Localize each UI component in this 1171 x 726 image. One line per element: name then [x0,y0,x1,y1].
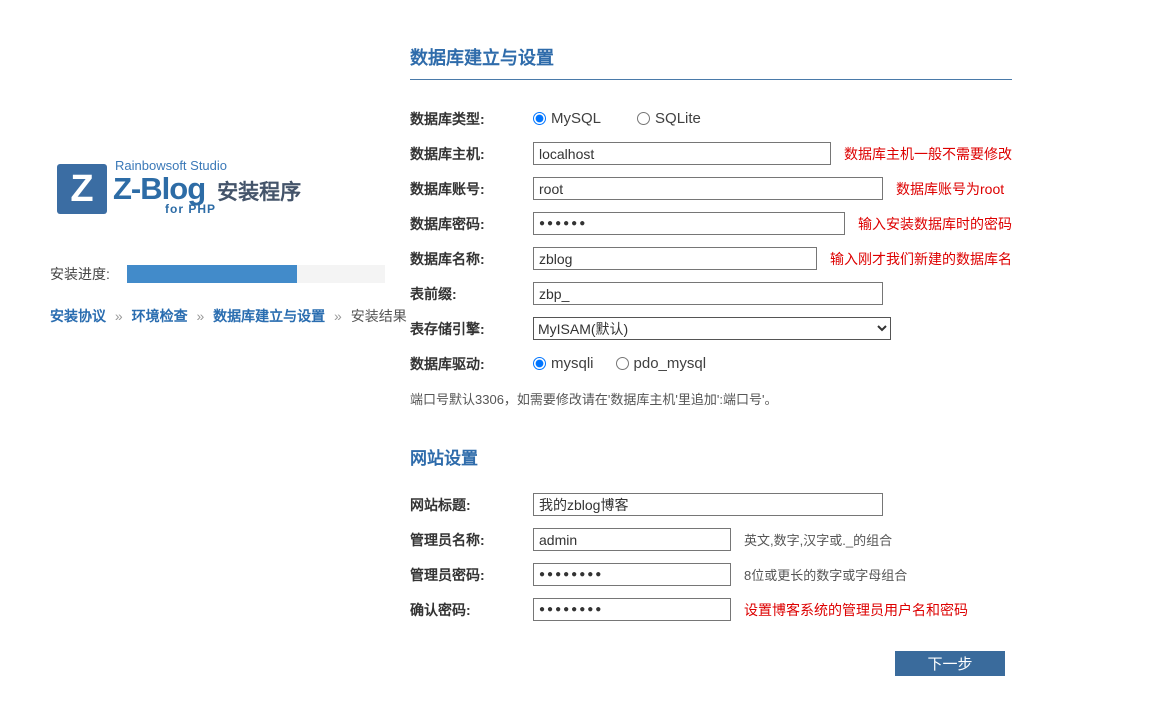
db-password-label: 数据库密码: [410,215,485,232]
db-host-label: 数据库主机: [410,145,485,162]
table-prefix-input[interactable] [533,282,883,305]
breadcrumb-environment-check[interactable]: 环境检查 [132,308,188,324]
db-name-row: 数据库名称: 输入刚才我们新建的数据库名 [410,247,1012,270]
db-type-label: 数据库类型: [410,110,485,127]
admin-name-label: 管理员名称: [410,531,485,548]
db-user-label: 数据库账号: [410,180,485,197]
db-type-mysql-radio[interactable] [533,112,546,125]
db-type-row: 数据库类型: MySQL SQLite [410,107,1012,130]
admin-name-hint: 英文,数字,汉字或._的组合 [744,533,893,548]
table-engine-label: 表存储引擎: [410,320,485,337]
breadcrumb-install-result: 安装结果 [350,308,407,324]
progress-fill [127,265,298,283]
breadcrumb-install-agreement[interactable]: 安装协议 [50,308,106,324]
table-prefix-row: 表前缀: [410,282,1012,305]
confirm-password-hint: 设置博客系统的管理员用户名和密码 [744,601,968,618]
site-section-title: 网站设置 [410,449,478,468]
db-driver-pdo-option[interactable]: pdo_mysql [615,355,707,372]
db-type-sqlite-radio[interactable] [637,112,651,125]
admin-name-row: 管理员名称: 英文,数字,汉字或._的组合 [410,528,1012,551]
admin-password-row: 管理员密码: 8位或更长的数字或字母组合 [410,563,1012,586]
brand-name: Z-Blog [113,171,206,206]
breadcrumb: 安装协议 » 环境检查 » 数据库建立与设置 » 安装结果 [50,306,407,326]
breadcrumb-separator: » [114,308,123,324]
db-host-input[interactable] [533,142,831,165]
table-engine-select[interactable]: MyISAM(默认) [533,317,891,340]
table-engine-row: 表存储引擎: MyISAM(默认) [410,317,1012,340]
breadcrumb-separator: » [196,308,205,324]
db-password-input[interactable] [533,212,845,235]
next-step-button[interactable]: 下一步 [895,651,1005,676]
db-type-sqlite-label: SQLite [655,110,701,127]
button-row: 下一步 [410,651,1012,676]
installer-title: 安装程序 [217,181,302,204]
table-prefix-label: 表前缀: [410,285,457,302]
confirm-password-row: 确认密码: 设置博客系统的管理员用户名和密码 [410,598,1012,621]
confirm-password-label: 确认密码: [410,601,471,618]
admin-password-input[interactable] [533,563,731,586]
confirm-password-input[interactable] [533,598,731,621]
db-driver-mysqli-option[interactable]: mysqli [533,355,594,372]
progress-label: 安装进度: [50,266,110,282]
progress-bar-track [127,265,385,283]
admin-name-input[interactable] [533,528,731,551]
db-user-row: 数据库账号: 数据库账号为root [410,177,1012,200]
database-section-title: 数据库建立与设置 [410,44,1012,80]
admin-password-hint: 8位或更长的数字或字母组合 [744,568,908,583]
db-type-sqlite-option[interactable]: SQLite [637,110,701,127]
db-type-mysql-label: MySQL [551,110,602,127]
db-password-row: 数据库密码: 输入安装数据库时的密码 [410,212,1012,235]
site-title-input[interactable] [533,493,883,516]
install-wizard-page: Z Rainbowsoft Studio Z-Blog 安装程序 for PHP… [0,0,1171,726]
db-name-label: 数据库名称: [410,250,485,267]
db-type-mysql-option[interactable]: MySQL [533,110,601,127]
db-host-row: 数据库主机: 数据库主机一般不需要修改 [410,142,1012,165]
breadcrumb-separator: » [334,308,342,324]
db-password-hint: 输入安装数据库时的密码 [858,215,1012,232]
admin-password-label: 管理员密码: [410,566,485,583]
db-name-hint: 输入刚才我们新建的数据库名 [830,250,1012,267]
breadcrumb-database-setup[interactable]: 数据库建立与设置 [213,308,325,324]
main-form: 数据库建立与设置 数据库类型: MySQL SQLite 数据库主机: 数据库主… [410,44,1012,676]
db-driver-pdo-radio[interactable] [615,357,629,370]
site-title-label: 网站标题: [410,496,471,513]
logo-text: Rainbowsoft Studio Z-Blog 安装程序 for PHP [113,158,301,216]
db-name-input[interactable] [533,247,817,270]
db-driver-mysqli-radio[interactable] [533,357,546,370]
zblog-logo-icon: Z [57,164,107,214]
install-progress: 安装进度: [50,264,385,284]
db-driver-pdo-label: pdo_mysql [633,355,707,372]
port-note: 端口号默认3306，如需要修改请在'数据库主机'里追加':端口号'。 [410,392,778,407]
db-driver-row: 数据库驱动: mysqli pdo_mysql [410,352,1012,375]
db-user-hint: 数据库账号为root [896,180,1005,197]
db-user-input[interactable] [533,177,883,200]
site-title-row: 网站标题: [410,493,1012,516]
db-host-hint: 数据库主机一般不需要修改 [844,145,1012,162]
zblog-logo: Z Rainbowsoft Studio Z-Blog 安装程序 for PHP [57,158,301,216]
db-driver-mysqli-label: mysqli [551,355,594,372]
db-driver-label: 数据库驱动: [410,355,485,372]
